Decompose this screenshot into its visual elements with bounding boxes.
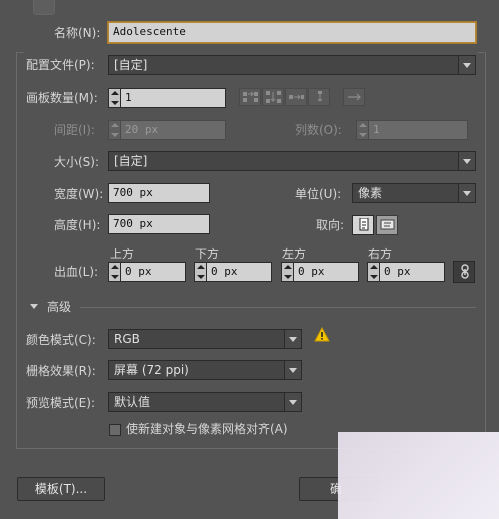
color-mode-value: RGB bbox=[114, 332, 140, 346]
bleed-right-label: 右方 bbox=[368, 247, 393, 261]
warning-icon bbox=[314, 327, 330, 342]
bleed-bottom-stepper[interactable]: 0 px bbox=[194, 262, 272, 282]
stepper-arrows-icon[interactable] bbox=[109, 263, 121, 281]
bleed-bottom-value: 0 px bbox=[211, 265, 238, 278]
color-mode-label: 颜色模式(C): bbox=[26, 333, 96, 347]
chevron-down-icon bbox=[284, 361, 301, 379]
raster-label: 栅格效果(R): bbox=[26, 364, 96, 378]
stepper-arrows-icon[interactable] bbox=[195, 263, 207, 281]
advanced-label[interactable]: 高级 bbox=[47, 300, 71, 314]
bleed-top-value: 0 px bbox=[125, 265, 152, 278]
watermark-overlay bbox=[338, 432, 499, 519]
color-mode-select[interactable]: RGB bbox=[108, 329, 302, 349]
right-to-left-layout-icon[interactable] bbox=[343, 88, 365, 106]
collapse-triangle-icon[interactable] bbox=[30, 304, 38, 309]
columns-label: 列数(O): bbox=[295, 123, 342, 137]
units-label: 单位(U): bbox=[295, 187, 342, 201]
link-icon[interactable] bbox=[453, 261, 475, 283]
chevron-down-icon bbox=[284, 330, 301, 348]
group-top-line-left bbox=[16, 52, 24, 53]
chevron-down-icon bbox=[458, 152, 475, 170]
bleed-right-value: 0 px bbox=[384, 265, 411, 278]
spacing-value: 20 px bbox=[125, 123, 159, 136]
landscape-orientation-icon[interactable] bbox=[376, 215, 398, 235]
units-select[interactable]: 像素 bbox=[352, 183, 476, 203]
artboards-value: 1 bbox=[125, 91, 132, 104]
grid-by-row-icon[interactable] bbox=[239, 88, 261, 106]
size-value: [自定] bbox=[114, 154, 148, 168]
chevron-down-icon bbox=[458, 184, 475, 202]
profile-value: [自定] bbox=[114, 58, 148, 72]
name-value: Adolescente bbox=[113, 25, 186, 38]
height-value: 700 px bbox=[113, 217, 153, 230]
bleed-label: 出血(L): bbox=[54, 265, 99, 279]
preview-value: 默认值 bbox=[114, 395, 151, 409]
raster-select[interactable]: 屏幕 (72 ppi) bbox=[108, 360, 302, 380]
arrange-by-row-icon[interactable] bbox=[285, 88, 307, 106]
artboards-stepper[interactable]: 1 bbox=[108, 88, 226, 108]
spacing-label: 间距(I): bbox=[54, 123, 95, 137]
portrait-orientation-icon[interactable] bbox=[352, 215, 374, 235]
chevron-down-icon bbox=[458, 56, 475, 74]
advanced-divider bbox=[80, 307, 476, 308]
bleed-left-value: 0 px bbox=[298, 265, 325, 278]
bleed-right-stepper[interactable]: 0 px bbox=[367, 262, 445, 282]
stepper-arrows-icon[interactable] bbox=[357, 121, 369, 139]
columns-value: 1 bbox=[373, 123, 380, 136]
artboards-label: 画板数量(M): bbox=[26, 91, 98, 105]
bleed-left-stepper[interactable]: 0 px bbox=[281, 262, 359, 282]
spacing-stepper[interactable]: 20 px bbox=[108, 120, 226, 140]
profile-label: 配置文件(P): bbox=[26, 58, 95, 72]
document-settings-group bbox=[16, 52, 486, 449]
bleed-bottom-label: 下方 bbox=[195, 247, 220, 261]
align-pixel-label[interactable]: 使新建对象与像素网格对齐(A) bbox=[126, 422, 288, 436]
height-input[interactable]: 700 px bbox=[108, 214, 210, 234]
templates-button[interactable]: 模板(T)... bbox=[17, 477, 105, 501]
group-top-line-right bbox=[478, 52, 484, 53]
name-label: 名称(N): bbox=[54, 26, 101, 40]
document-icon bbox=[33, 0, 55, 15]
units-value: 像素 bbox=[358, 186, 383, 200]
chevron-down-icon bbox=[284, 393, 301, 411]
preview-label: 预览模式(E): bbox=[26, 396, 95, 410]
height-label: 高度(H): bbox=[54, 218, 101, 232]
arrange-by-column-icon[interactable] bbox=[308, 88, 330, 106]
bleed-top-stepper[interactable]: 0 px bbox=[108, 262, 186, 282]
stepper-arrows-icon[interactable] bbox=[109, 121, 121, 139]
size-label: 大小(S): bbox=[54, 155, 100, 169]
columns-stepper[interactable]: 1 bbox=[356, 120, 468, 140]
width-value: 700 px bbox=[113, 186, 153, 199]
grid-by-column-icon[interactable] bbox=[262, 88, 284, 106]
name-input[interactable]: Adolescente bbox=[108, 22, 476, 43]
profile-select[interactable]: [自定] bbox=[108, 55, 476, 75]
width-label: 宽度(W): bbox=[54, 187, 104, 201]
raster-value: 屏幕 (72 ppi) bbox=[114, 363, 189, 377]
size-select[interactable]: [自定] bbox=[108, 151, 476, 171]
bleed-top-label: 上方 bbox=[110, 247, 135, 261]
stepper-arrows-icon[interactable] bbox=[368, 263, 380, 281]
orientation-label: 取向: bbox=[316, 218, 345, 232]
align-pixel-checkbox[interactable] bbox=[109, 424, 121, 436]
preview-select[interactable]: 默认值 bbox=[108, 392, 302, 412]
stepper-arrows-icon[interactable] bbox=[282, 263, 294, 281]
bleed-left-label: 左方 bbox=[282, 247, 307, 261]
stepper-arrows-icon[interactable] bbox=[109, 89, 121, 107]
width-input[interactable]: 700 px bbox=[108, 183, 210, 203]
